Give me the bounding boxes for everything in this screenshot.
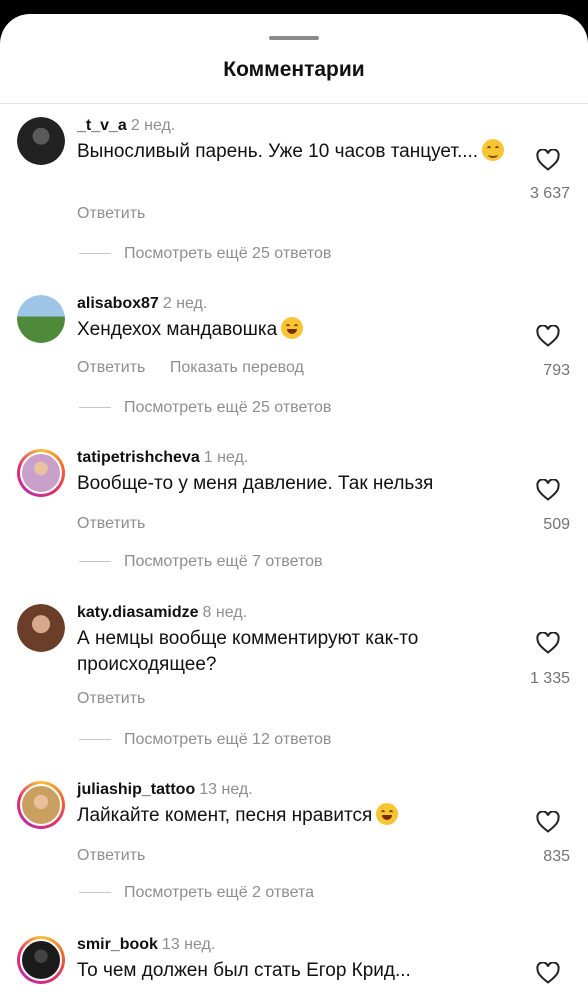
comment-header: katy.diasamidze 8 нед.: [77, 604, 247, 622]
view-replies-button[interactable]: Посмотреть ещё 25 ответов: [79, 399, 331, 417]
reply-button[interactable]: Ответить: [77, 205, 145, 222]
view-replies-button[interactable]: Посмотреть ещё 7 ответов: [79, 553, 323, 571]
view-replies-button[interactable]: Посмотреть ещё 2 ответа: [79, 884, 314, 902]
avatar[interactable]: [17, 449, 65, 497]
comment-time: 1 нед.: [203, 449, 249, 466]
smiling-face-icon: [482, 139, 505, 161]
comment-text: То чем должен был стать Егор Крид...: [77, 960, 411, 981]
username[interactable]: katy.diasamidze: [77, 604, 199, 621]
comment-header: alisabox87 2 нед.: [77, 295, 207, 313]
comment-actions: Ответить Показать перевод: [77, 359, 324, 377]
comment-time: 13 нед.: [199, 781, 253, 798]
comment-actions: Ответить: [77, 515, 165, 533]
comment-text: А немцы вообще комментируют как-то проис…: [77, 628, 419, 675]
avatar[interactable]: [17, 604, 65, 652]
reply-button[interactable]: Ответить: [77, 515, 145, 532]
avatar[interactable]: [17, 781, 65, 829]
comment-text: Выносливый парень. Уже 10 часов танцует.…: [77, 139, 507, 165]
comment-actions: Ответить: [77, 690, 165, 708]
heart-icon[interactable]: [536, 811, 560, 833]
username[interactable]: _t_v_a: [77, 117, 127, 134]
comment-header: smir_book 13 нед.: [77, 936, 215, 954]
reply-button[interactable]: Ответить: [77, 847, 145, 864]
like-count: 835: [543, 848, 570, 865]
reply-button[interactable]: Ответить: [77, 690, 145, 707]
comment-header: juliaship_tattoo 13 нед.: [77, 781, 253, 799]
comment-text: Хендехох мандавошка: [77, 317, 507, 343]
like-count: 3 637: [529, 185, 570, 202]
page-title: Комментарии: [223, 58, 365, 81]
show-translation-button[interactable]: Показать перевод: [170, 359, 304, 376]
username[interactable]: juliaship_tattoo: [77, 781, 195, 798]
comment-header: tatipetrishcheva 1 нед.: [77, 449, 248, 467]
sheet-grabber[interactable]: [269, 36, 319, 40]
heart-icon[interactable]: [536, 632, 560, 654]
view-replies-button[interactable]: Посмотреть ещё 12 ответов: [79, 731, 331, 749]
heart-icon[interactable]: [536, 325, 560, 347]
comment-time: 13 нед.: [161, 936, 216, 953]
comment-header: _t_v_a 2 нед.: [77, 117, 175, 135]
comment-time: 8 нед.: [202, 604, 248, 621]
like-count: 793: [543, 362, 570, 379]
avatar[interactable]: [17, 936, 65, 984]
avatar[interactable]: [17, 117, 65, 165]
avatar[interactable]: [17, 295, 65, 343]
comment-text: Лайкайте комент, песня нравится: [77, 803, 507, 829]
username[interactable]: tatipetrishcheva: [77, 449, 200, 466]
comment-actions: Ответить: [77, 847, 165, 865]
heart-icon[interactable]: [536, 479, 560, 501]
comment-text: Вообще-то у меня давление. Так нельзя: [77, 473, 434, 494]
username[interactable]: alisabox87: [77, 295, 159, 312]
comment-time: 2 нед.: [162, 295, 208, 312]
reply-button[interactable]: Ответить: [77, 359, 145, 376]
heart-icon[interactable]: [536, 962, 560, 984]
like-count: 509: [543, 516, 570, 533]
comment-actions: Ответить: [77, 205, 165, 223]
heart-icon[interactable]: [536, 149, 560, 171]
view-replies-button[interactable]: Посмотреть ещё 25 ответов: [79, 245, 331, 263]
header-divider: [0, 103, 588, 104]
tears-of-joy-icon: [376, 803, 399, 825]
like-count: 1 335: [529, 670, 570, 687]
username[interactable]: smir_book: [77, 936, 158, 953]
comment-time: 2 нед.: [130, 117, 176, 134]
tears-of-joy-icon: [281, 317, 304, 339]
comments-sheet: Комментарии _t_v_a 2 нед. Выносливый паре…: [0, 14, 588, 1003]
